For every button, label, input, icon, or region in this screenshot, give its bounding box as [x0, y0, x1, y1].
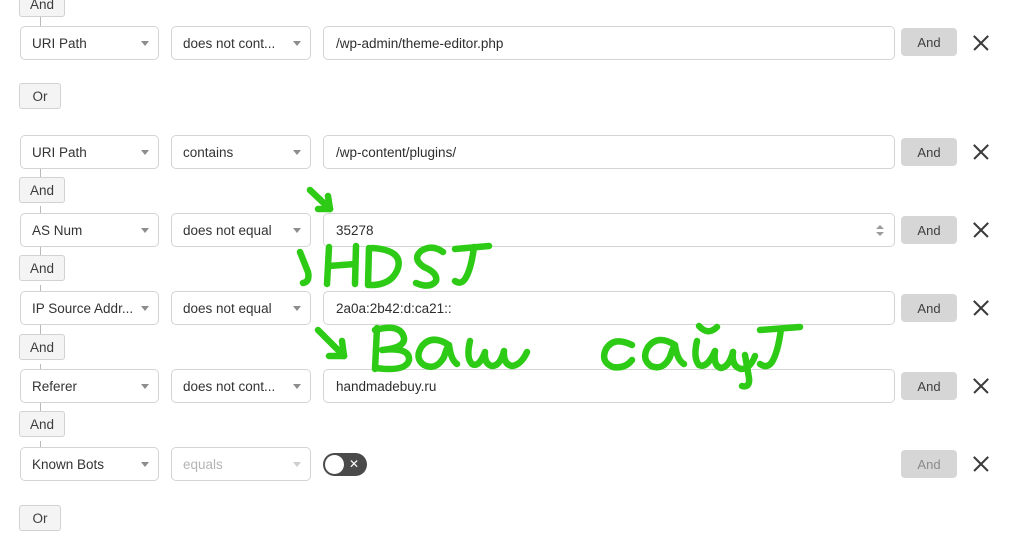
value-input-text: 2a0a:2b42:d:ca21::: [336, 300, 452, 316]
chevron-down-icon: [141, 306, 149, 311]
field-select-value: URI Path: [32, 144, 87, 160]
chevron-down-icon: [293, 462, 301, 467]
logic-chip-and-4[interactable]: And: [19, 411, 66, 437]
operator-select[interactable]: does not equal: [171, 213, 311, 247]
chevron-down-icon: [141, 462, 149, 467]
logic-chip-and-top[interactable]: And: [19, 0, 66, 17]
operator-select-value: does not equal: [183, 222, 272, 238]
chevron-down-icon: [293, 150, 301, 155]
operator-select[interactable]: does not cont...: [171, 26, 311, 60]
operator-select-value: does not equal: [183, 300, 272, 316]
chevron-down-icon: [293, 41, 301, 46]
condition-row: URI Path contains /wp-content/plugins/: [20, 135, 895, 169]
value-input[interactable]: /wp-admin/theme-editor.php: [323, 26, 895, 60]
field-select[interactable]: Known Bots: [20, 447, 159, 481]
remove-condition-icon[interactable]: [970, 141, 992, 163]
number-stepper-icon[interactable]: [874, 221, 886, 239]
close-icon: ✕: [348, 457, 359, 471]
operator-select[interactable]: contains: [171, 135, 311, 169]
condition-row: IP Source Addr... does not equal 2a0a:2b…: [20, 291, 895, 325]
row-and-button[interactable]: And: [901, 216, 957, 244]
field-select[interactable]: URI Path: [20, 135, 159, 169]
field-select-value: AS Num: [32, 222, 83, 238]
field-select[interactable]: AS Num: [20, 213, 159, 247]
value-input-text: handmadebuy.ru: [336, 378, 437, 394]
row-and-button[interactable]: And: [901, 28, 957, 56]
operator-select[interactable]: does not equal: [171, 291, 311, 325]
field-select-value: Referer: [32, 378, 78, 394]
remove-condition-icon[interactable]: [970, 453, 992, 475]
value-input[interactable]: 2a0a:2b42:d:ca21::: [323, 291, 895, 325]
logic-chip-and-1[interactable]: And: [19, 177, 66, 203]
row-and-button[interactable]: And: [901, 372, 957, 400]
row-and-button[interactable]: And: [901, 450, 957, 478]
value-input-text: 35278: [336, 222, 374, 238]
condition-row: Known Bots equals ✕: [20, 447, 367, 481]
condition-row: AS Num does not equal 35278: [20, 213, 895, 247]
chevron-down-icon: [293, 228, 301, 233]
remove-condition-icon[interactable]: [970, 32, 992, 54]
logic-chip-or-upper[interactable]: Or: [19, 83, 61, 109]
remove-condition-icon[interactable]: [970, 375, 992, 397]
operator-select[interactable]: does not cont...: [171, 369, 311, 403]
condition-row: Referer does not cont... handmadebuy.ru: [20, 369, 895, 403]
operator-select[interactable]: equals: [171, 447, 311, 481]
field-select[interactable]: URI Path: [20, 26, 159, 60]
logic-chip-and-2[interactable]: And: [19, 255, 66, 281]
known-bots-toggle[interactable]: ✕: [323, 452, 367, 476]
logic-chip-and-3[interactable]: And: [19, 334, 66, 360]
toggle-knob: [325, 454, 344, 474]
field-select-value: URI Path: [32, 35, 87, 51]
logic-chip-or-bottom[interactable]: Or: [19, 505, 61, 531]
condition-row: URI Path does not cont... /wp-admin/them…: [20, 26, 895, 60]
field-select-value: IP Source Addr...: [32, 300, 134, 316]
chevron-down-icon: [141, 384, 149, 389]
field-select[interactable]: Referer: [20, 369, 159, 403]
value-input[interactable]: handmadebuy.ru: [323, 369, 895, 403]
row-and-button[interactable]: And: [901, 138, 957, 166]
operator-select-value: does not cont...: [183, 378, 276, 394]
chevron-down-icon: [293, 306, 301, 311]
operator-select-value: equals: [183, 456, 223, 472]
chevron-down-icon: [293, 384, 301, 389]
value-input-text: /wp-content/plugins/: [336, 144, 457, 160]
chevron-down-icon: [141, 150, 149, 155]
row-and-button[interactable]: And: [901, 294, 957, 322]
operator-select-value: does not cont...: [183, 35, 276, 51]
field-select[interactable]: IP Source Addr...: [20, 291, 159, 325]
chevron-down-icon: [141, 228, 149, 233]
operator-select-value: contains: [183, 144, 234, 160]
rule-builder-canvas: And Or And And And And Or URI Path does …: [0, 0, 1024, 538]
value-number-input[interactable]: 35278: [323, 213, 895, 247]
field-select-value: Known Bots: [32, 456, 105, 472]
remove-condition-icon[interactable]: [970, 219, 992, 241]
value-input[interactable]: /wp-content/plugins/: [323, 135, 895, 169]
remove-condition-icon[interactable]: [970, 297, 992, 319]
value-input-text: /wp-admin/theme-editor.php: [336, 35, 504, 51]
chevron-down-icon: [141, 41, 149, 46]
